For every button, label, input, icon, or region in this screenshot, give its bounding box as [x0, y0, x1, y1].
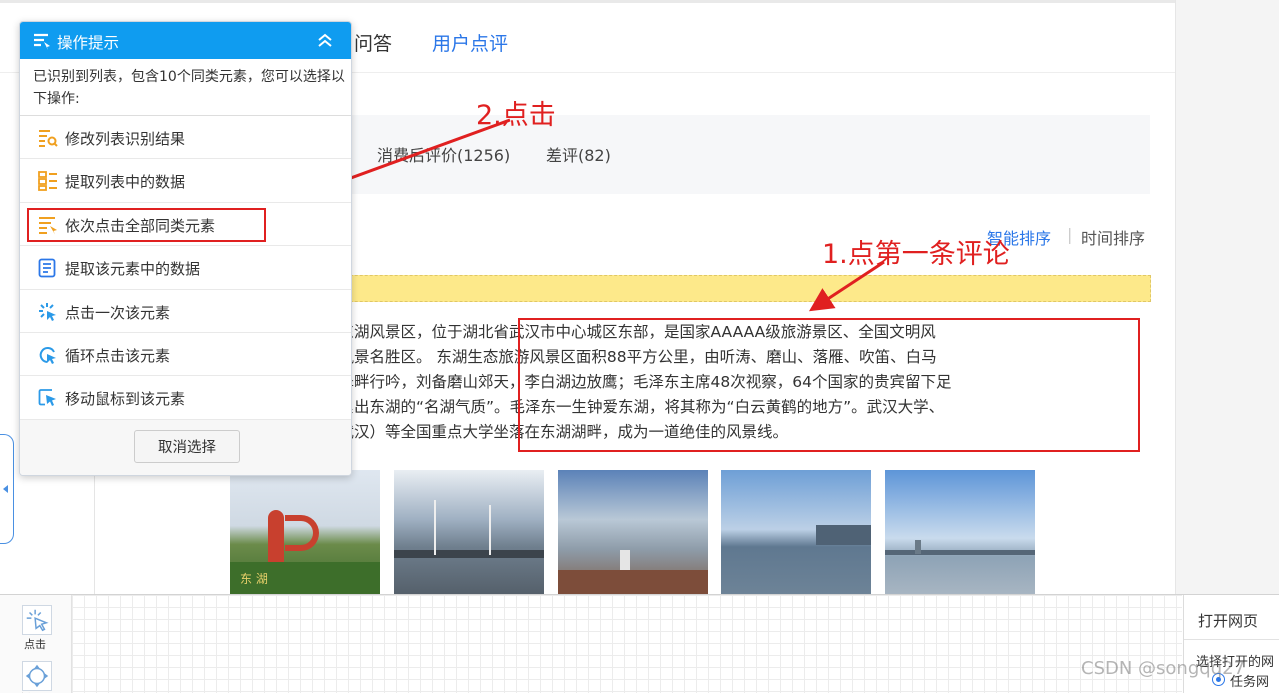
action-label: 提取该元素中的数据 [65, 260, 201, 279]
tips-header: 操作提示 [20, 22, 351, 59]
tips-action-list: 修改列表识别结果 提取列表中的数据 依次点击全部同类元素 提取该元素中的数据 点… [20, 115, 351, 420]
review-photo[interactable] [558, 470, 708, 594]
review-photo[interactable] [721, 470, 871, 594]
nav-qa-link[interactable]: 问答 [354, 29, 392, 56]
grid-extract-icon [38, 171, 57, 192]
list-click-icon [39, 216, 57, 235]
sort-time-link[interactable]: 时间排序 [1081, 225, 1145, 249]
action-label: 移动鼠标到该元素 [65, 390, 186, 409]
action-label: 点击一次该元素 [65, 303, 171, 322]
notice-bar [230, 275, 1151, 302]
tips-title: 操作提示 [57, 34, 120, 52]
action-hover-element[interactable]: 移动鼠标到该元素 [20, 376, 351, 420]
review-photo[interactable] [394, 470, 544, 594]
watermark: CSDN @songqq27 [1081, 658, 1246, 679]
cancel-selection-button[interactable]: 取消选择 [134, 430, 240, 463]
action-click-all-similar[interactable]: 依次点击全部同类元素 [20, 203, 351, 247]
settings-title: 打开网页 [1198, 612, 1259, 630]
filter-bad-reviews[interactable]: 差评(82) [546, 142, 611, 166]
action-loop-click[interactable]: 循环点击该元素 [20, 333, 351, 377]
chevron-double-up-icon[interactable] [316, 31, 334, 49]
right-gutter [1175, 0, 1279, 594]
review-photo[interactable]: 东 湖 [230, 470, 380, 594]
action-edit-list-recognition[interactable]: 修改列表识别结果 [20, 116, 351, 160]
step-2-annotation: 2.点击 [476, 100, 556, 131]
review-highlight-box [518, 318, 1140, 452]
photo-sign-text: 东 湖 [240, 572, 268, 586]
tool-loop-button[interactable] [22, 661, 52, 691]
action-click-once[interactable]: 点击一次该元素 [20, 290, 351, 333]
document-extract-icon [38, 258, 56, 278]
operation-tips-panel: 操作提示 已识别到列表，包含10个同类元素，您可以选择以下操作: 修改列表识别结… [19, 21, 352, 476]
action-label: 提取列表中的数据 [65, 173, 186, 192]
click-tool-icon [26, 609, 49, 632]
action-label: 修改列表识别结果 [65, 130, 186, 148]
loop-tool-icon [25, 664, 49, 688]
nav-reviews-link[interactable]: 用户点评 [432, 29, 508, 56]
tool-click-label: 点击 [24, 638, 46, 651]
list-search-icon [39, 130, 58, 147]
action-label: 依次点击全部同类元素 [65, 216, 216, 235]
rail-expand-tab[interactable] [0, 434, 14, 544]
filter-after-consume[interactable]: 消费后评价(1256) [377, 142, 510, 166]
action-extract-element-data[interactable]: 提取该元素中的数据 [20, 246, 351, 290]
tips-footer: 取消选择 [20, 420, 351, 475]
mouse-hover-icon [38, 389, 56, 407]
action-extract-list-data[interactable]: 提取列表中的数据 [20, 159, 351, 203]
loop-click-icon [39, 347, 56, 364]
workflow-toolbox: 点击 循环 [0, 595, 72, 693]
workflow-canvas[interactable] [72, 595, 1182, 693]
action-label: 循环点击该元素 [65, 346, 171, 365]
click-burst-icon [39, 302, 56, 321]
step-1-annotation: 1.点第一条评论 [822, 239, 1010, 270]
review-filter-bar [230, 115, 1150, 194]
review-photo[interactable] [885, 470, 1035, 594]
settings-divider [1184, 639, 1279, 640]
tips-list-icon [34, 33, 50, 50]
sort-separator: | [1067, 225, 1073, 244]
tips-description: 已识别到列表，包含10个同类元素，您可以选择以下操作: [33, 69, 345, 107]
tool-click-button[interactable] [22, 605, 52, 635]
